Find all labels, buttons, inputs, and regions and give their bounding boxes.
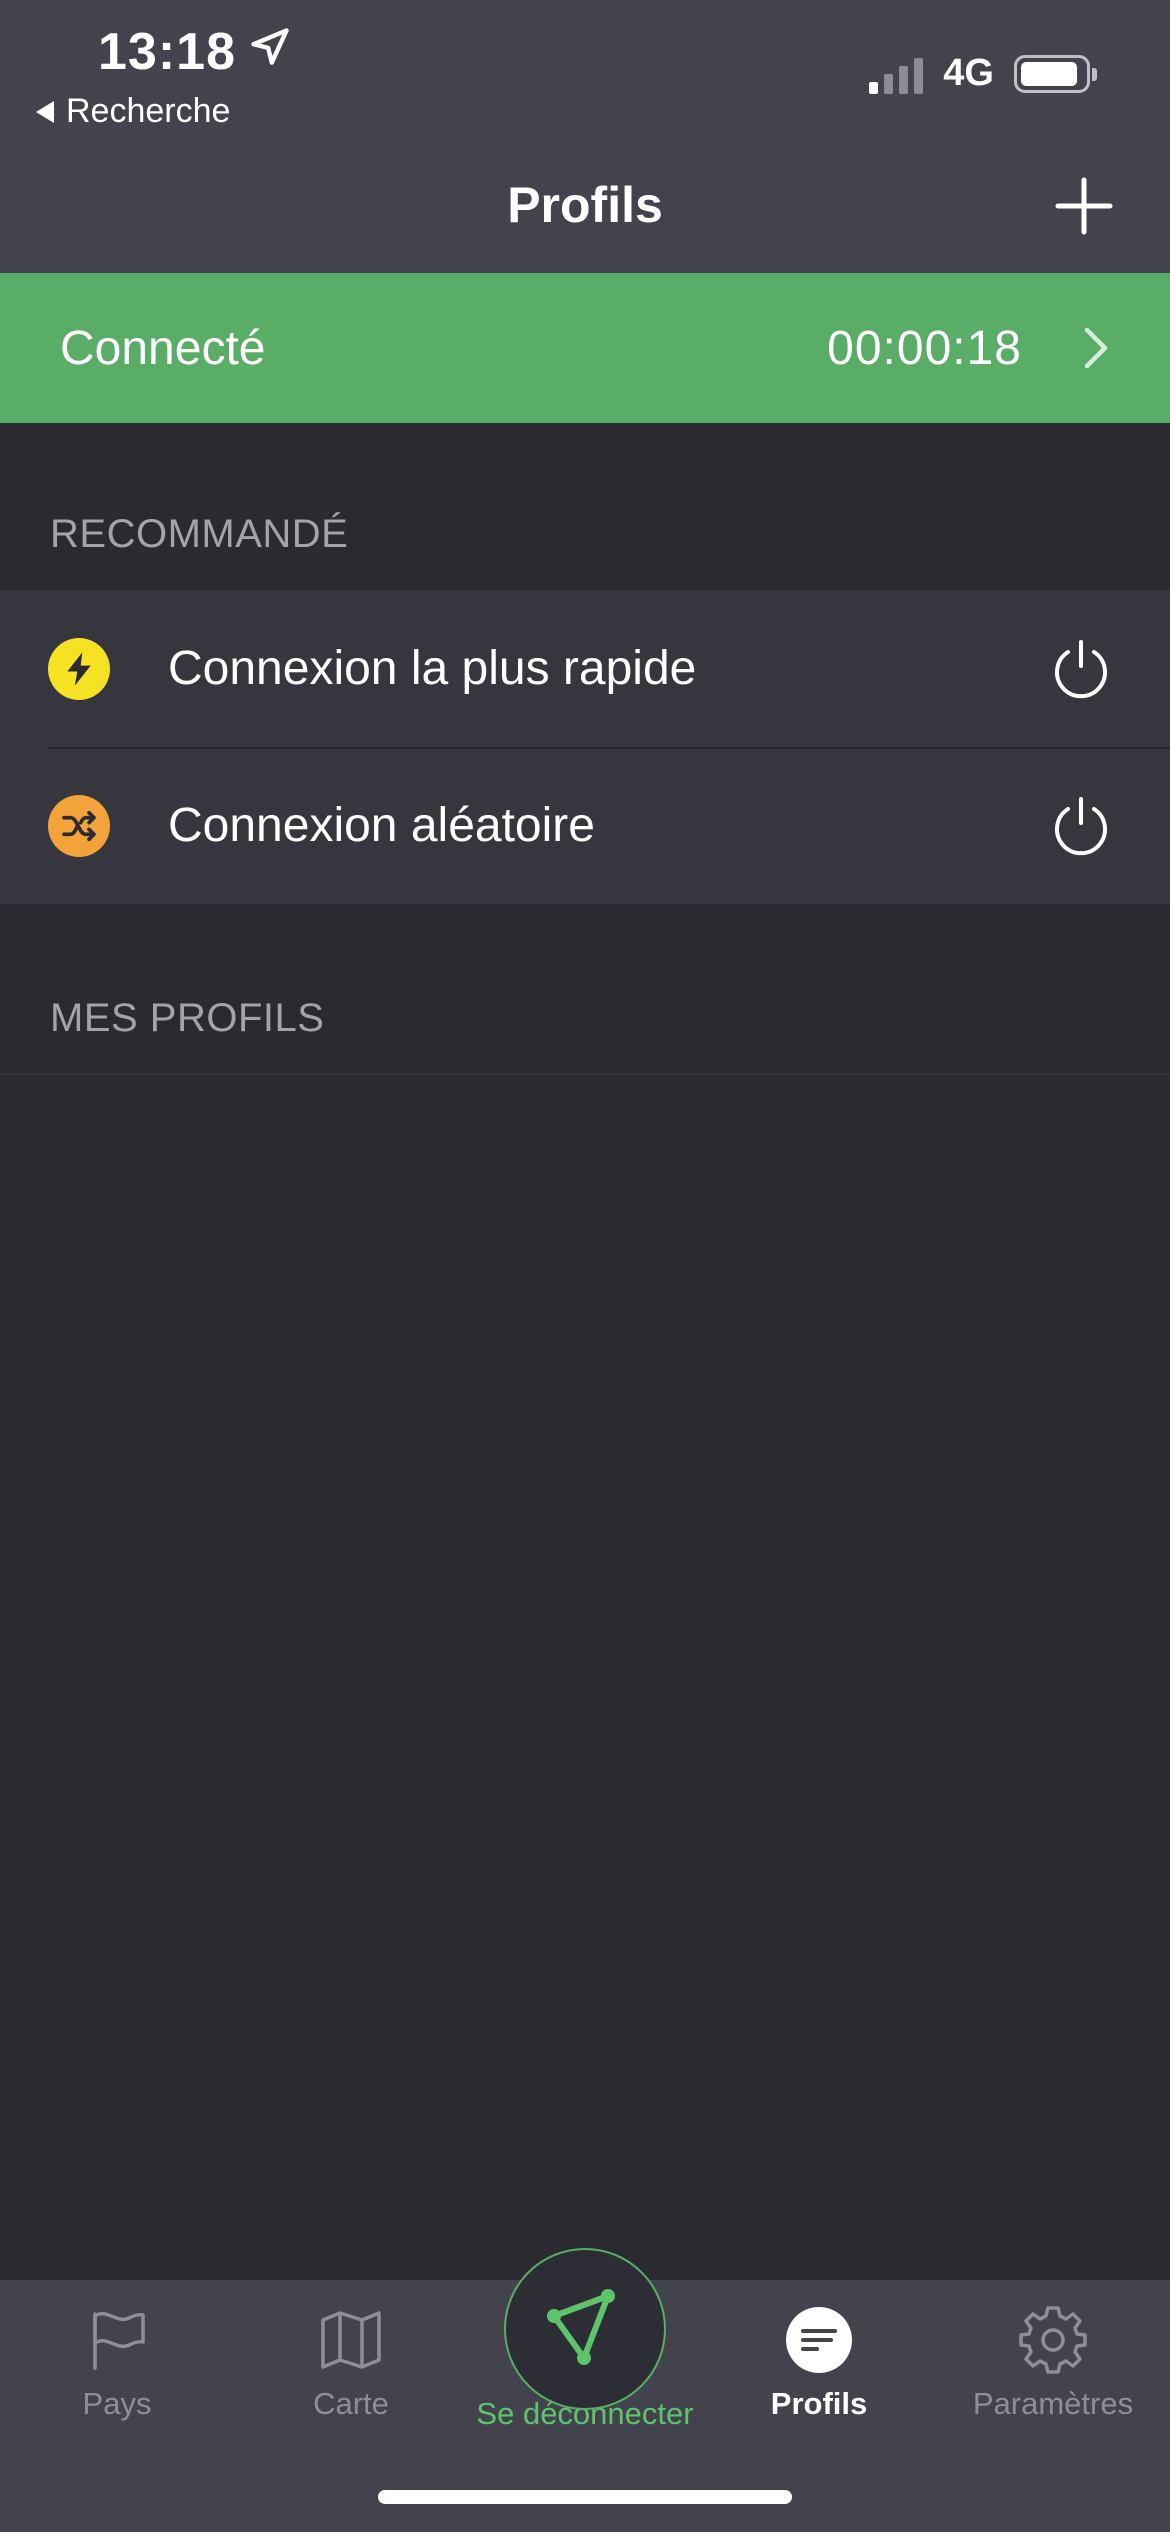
tab-label: Paramètres <box>972 2386 1134 2421</box>
section-header-my-profiles: MES PROFILS <box>50 996 325 1040</box>
battery-icon <box>1014 54 1097 93</box>
map-icon <box>313 2302 389 2378</box>
connection-status-label: Connecté <box>60 321 266 375</box>
gear-icon <box>1015 2302 1091 2378</box>
back-triangle-icon <box>36 100 54 123</box>
vpn-triangle-icon <box>540 2284 630 2374</box>
app-screen: 13:18 Recherche 4G Profils Connecté 00:0… <box>0 0 1170 2532</box>
power-button[interactable] <box>1048 636 1114 702</box>
list-item-fastest-connection[interactable]: Connexion la plus rapide <box>0 590 1170 747</box>
list-item-label: Connexion aléatoire <box>168 799 595 852</box>
power-icon <box>1055 796 1107 855</box>
lightning-icon <box>48 637 110 700</box>
connection-status-banner[interactable]: Connecté 00:00:18 <box>0 273 1170 423</box>
tab-countries[interactable]: Pays <box>0 2280 234 2430</box>
status-indicators: 4G <box>869 52 1097 95</box>
back-link-label: Recherche <box>66 92 231 130</box>
section-divider <box>0 1073 1170 1075</box>
section-header-recommended: RECOMMANDÉ <box>50 512 349 556</box>
plus-icon <box>1055 177 1113 235</box>
status-time-text: 13:18 <box>98 23 236 81</box>
page-title: Profils <box>507 177 663 233</box>
add-profile-button[interactable] <box>1054 176 1114 236</box>
recommended-list: Connexion la plus rapide Connexion aléat… <box>0 590 1170 904</box>
connection-timer: 00:00:18 <box>827 321 1022 375</box>
home-indicator[interactable] <box>378 2490 792 2504</box>
flag-icon <box>79 2302 155 2378</box>
back-to-search-link[interactable]: Recherche <box>36 92 230 131</box>
tab-label: Pays <box>82 2386 152 2421</box>
cellular-signal-icon <box>869 54 924 94</box>
network-type-label: 4G <box>943 52 994 94</box>
list-item-label: Connexion la plus rapide <box>168 642 697 695</box>
location-arrow-icon <box>248 22 292 82</box>
tab-label: Profils <box>770 2386 868 2421</box>
shuffle-icon <box>48 794 110 857</box>
status-time: 13:18 <box>98 22 292 82</box>
tab-label: Carte <box>313 2386 389 2421</box>
top-bar: 13:18 Recherche 4G Profils <box>0 0 1170 273</box>
tab-profiles[interactable]: Profils <box>702 2280 936 2430</box>
list-item-random-connection[interactable]: Connexion aléatoire <box>0 747 1170 904</box>
chevron-right-icon <box>1082 326 1110 370</box>
power-button[interactable] <box>1048 793 1114 859</box>
profiles-icon <box>781 2302 857 2378</box>
tab-settings[interactable]: Paramètres <box>936 2280 1170 2430</box>
tab-map[interactable]: Carte <box>234 2280 468 2430</box>
power-icon <box>1055 639 1107 698</box>
